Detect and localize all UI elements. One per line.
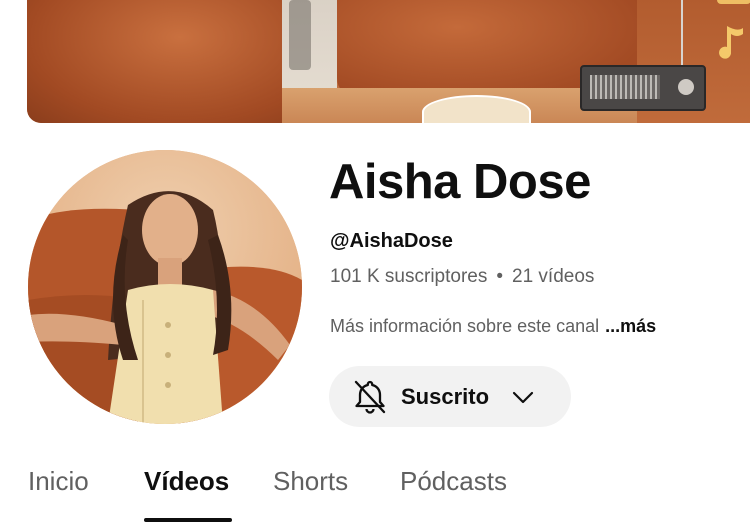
bell-off-icon — [354, 380, 386, 414]
banner-radio-knob — [678, 79, 694, 95]
channel-about-link[interactable]: Más información sobre este canal ...más — [330, 316, 656, 337]
tab-podcasts[interactable]: Pódcasts — [400, 466, 507, 497]
banner-radio-antenna — [681, 0, 683, 70]
channel-page: Aisha Dose @AishaDose 101 K suscriptores… — [0, 0, 750, 522]
subscribed-label: Suscrito — [401, 383, 490, 409]
subscriber-count: 101 K suscriptores — [330, 266, 488, 287]
video-count: 21 vídeos — [512, 266, 595, 287]
tab-videos[interactable]: Vídeos — [144, 466, 229, 497]
subscribed-button[interactable]: Suscrito — [329, 366, 571, 427]
banner-mug — [422, 95, 531, 123]
about-text: Más información sobre este canal — [330, 316, 600, 336]
more-link[interactable]: ...más — [605, 316, 656, 336]
chevron-down-icon — [512, 391, 534, 403]
channel-title: Aisha Dose — [329, 155, 591, 209]
banner-logo-bar — [717, 0, 750, 4]
avatar-illustration — [28, 150, 302, 424]
banner-radio-grill — [590, 75, 660, 99]
banner-shadow — [289, 0, 311, 70]
channel-avatar[interactable] — [28, 150, 302, 424]
channel-handle: @AishaDose — [330, 230, 453, 252]
tab-inicio[interactable]: Inicio — [28, 466, 89, 497]
channel-banner — [27, 0, 750, 123]
banner-sofa-left — [27, 0, 282, 123]
channel-tabs: Inicio Vídeos Shorts Pódcasts — [0, 452, 750, 522]
channel-stats: 101 K suscriptores • 21 vídeos — [330, 266, 594, 288]
tab-shorts[interactable]: Shorts — [273, 466, 348, 497]
active-tab-indicator — [144, 518, 232, 522]
stats-separator: • — [496, 266, 504, 287]
music-note-icon — [719, 26, 743, 59]
banner-radio — [580, 65, 706, 111]
